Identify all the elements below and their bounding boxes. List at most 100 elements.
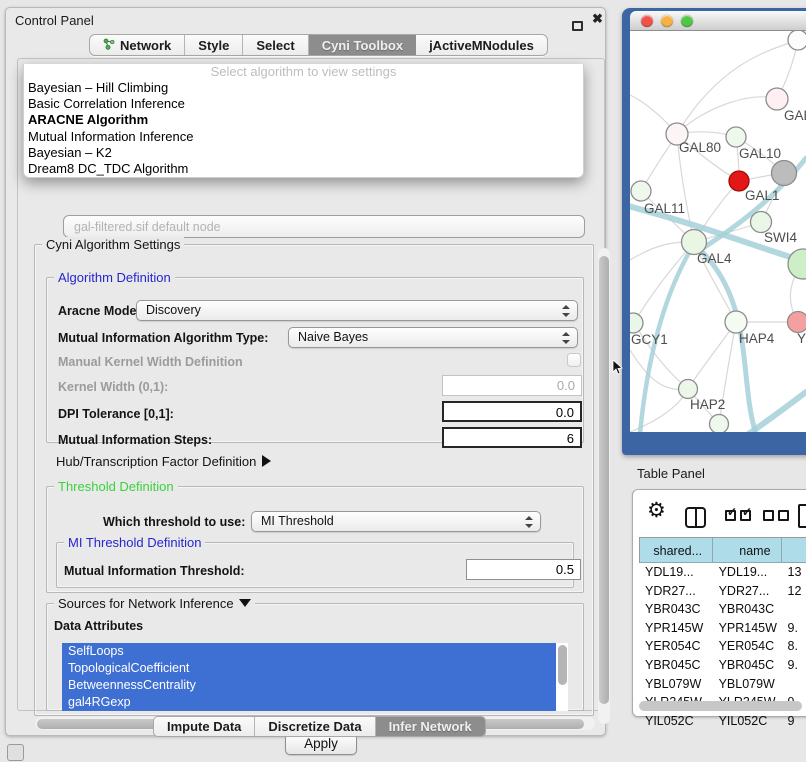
column-header-shared[interactable]: shared...	[640, 538, 713, 563]
network-node-gal[interactable]	[766, 88, 788, 110]
mac-minimize-icon[interactable]	[661, 15, 673, 27]
mi-type-label: Mutual Information Algorithm Type:	[58, 331, 268, 345]
network-window-titlebar[interactable]	[630, 11, 806, 31]
table-cell: YER054C	[713, 637, 782, 656]
algorithm-option[interactable]: ARACNE Algorithm	[24, 112, 583, 128]
network-node-hap4[interactable]	[725, 311, 747, 333]
table-row[interactable]: YDR27...YDR27...12	[639, 582, 806, 601]
algorithm-options-list: Bayesian – Hill ClimbingBasic Correlatio…	[24, 80, 583, 177]
float-window-icon[interactable]	[572, 21, 583, 31]
data-attribute-item[interactable]: gal4RGexp	[62, 694, 556, 711]
tab-style[interactable]: Style	[185, 35, 243, 55]
checked-checkbox-icon[interactable]: ✓	[740, 510, 751, 521]
network-node-hap2[interactable]	[679, 380, 698, 399]
mi-threshold-field[interactable]: 0.5	[466, 559, 581, 580]
table-cell: 9.	[782, 656, 806, 675]
table-row[interactable]: YBR045CYBR045C9.	[639, 656, 806, 675]
table-horizontal-scrollbar[interactable]	[639, 701, 802, 711]
hub-definition-toggle[interactable]: Hub/Transcription Factor Definition	[56, 454, 271, 469]
inference-algorithm-combobox[interactable]: gal-filtered.sif default node	[63, 215, 585, 238]
scrollbar-thumb[interactable]	[599, 256, 609, 704]
inference-algorithm-value: gal-filtered.sif default node	[74, 220, 221, 234]
node-label-gal10: GAL10	[739, 146, 781, 161]
sources-group-title[interactable]: Sources for Network Inference	[54, 596, 255, 611]
table-cell: YBL079W	[639, 675, 713, 694]
column-header[interactable]	[782, 538, 806, 563]
check-mark: ✓	[727, 505, 737, 519]
close-icon[interactable]: ✖	[592, 11, 603, 27]
algorithm-option[interactable]: Basic Correlation Inference	[24, 96, 583, 112]
kernel-width-field[interactable]: 0.0	[442, 375, 582, 396]
document-icon[interactable]	[798, 504, 806, 528]
algorithm-option[interactable]: Mutual Information Inference	[24, 129, 583, 145]
gear-icon[interactable]: ⚙	[647, 498, 666, 523]
mi-steps-field[interactable]: 6	[442, 427, 582, 448]
tab-cyni-toolbox[interactable]: Cyni Toolbox	[309, 35, 416, 55]
network-node-gal11[interactable]	[631, 181, 651, 201]
manual-kernel-label: Manual Kernel Width Definition	[58, 355, 243, 369]
data-attributes-label: Data Attributes	[54, 619, 143, 633]
tab-label: jActiveMNodules	[429, 38, 534, 53]
data-attribute-item[interactable]: TopologicalCoefficient	[62, 660, 556, 677]
network-node-gal10[interactable]	[726, 127, 746, 147]
unchecked-checkbox-icon[interactable]	[763, 510, 774, 521]
tab-discretize-data[interactable]: Discretize Data	[255, 717, 375, 736]
node-label-gal1: GAL1	[745, 188, 780, 203]
network-node-y[interactable]	[788, 312, 806, 333]
settings-group-title: Cyni Algorithm Settings	[42, 237, 184, 252]
tab-infer-network[interactable]: Infer Network	[376, 717, 485, 736]
network-node[interactable]	[788, 31, 806, 50]
which-threshold-combobox[interactable]: MI Threshold	[251, 511, 541, 532]
column-header-name[interactable]: name	[713, 538, 781, 563]
network-node-gcy1[interactable]	[630, 313, 643, 333]
settings-vertical-scrollbar[interactable]	[598, 248, 610, 724]
algorithm-option[interactable]: Dream8 DC_TDC Algorithm	[24, 161, 583, 177]
mi-steps-label: Mutual Information Steps:	[58, 433, 212, 447]
data-attribute-item[interactable]: BetweennessCentrality	[62, 677, 556, 694]
network-canvas[interactable]: GALGAL80GAL10GAL1GAL11GAL4SWI4GCY1HAP4YH…	[630, 31, 806, 432]
network-thick-edges	[630, 158, 806, 432]
table-cell: 12	[782, 582, 806, 601]
tab-label: Select	[256, 38, 294, 53]
tab-impute-data[interactable]: Impute Data	[154, 717, 255, 736]
table-header-row: shared...name	[639, 537, 806, 563]
mi-type-combobox[interactable]: Naive Bayes	[288, 327, 578, 348]
aracne-mode-combobox[interactable]: Discovery	[136, 300, 578, 321]
table-row[interactable]: YPR145WYPR145W9.	[639, 619, 806, 638]
table-row[interactable]: YBL079WYBL079W	[639, 675, 806, 694]
network-node[interactable]	[710, 415, 729, 433]
algorithm-placeholder: Select algorithm to view settings	[24, 64, 583, 80]
node-label-gal11: GAL11	[644, 201, 685, 216]
dpi-tolerance-field[interactable]: 0.0	[442, 401, 582, 422]
table-cell: 8.	[782, 637, 806, 656]
mouse-cursor	[612, 360, 624, 376]
combo-arrows-icon	[525, 515, 533, 529]
mac-zoom-icon[interactable]	[681, 15, 693, 27]
network-node[interactable]	[772, 161, 797, 186]
panel-grip-icon[interactable]	[7, 744, 24, 761]
table-row[interactable]: YBR043CYBR043C	[639, 600, 806, 619]
aracne-mode-value: Discovery	[146, 303, 201, 317]
table-cell: YDR27...	[713, 582, 782, 601]
tab-network[interactable]: Network	[90, 35, 185, 55]
mi-threshold-group-title: MI Threshold Definition	[64, 535, 205, 550]
list-scrollbar[interactable]	[558, 645, 567, 685]
algorithm-option[interactable]: Bayesian – K2	[24, 145, 583, 161]
checked-checkbox-icon[interactable]: ✓	[725, 510, 736, 521]
manual-kernel-checkbox[interactable]	[567, 353, 581, 367]
table-row[interactable]: YIL052CYIL052C9	[639, 712, 806, 731]
combo-arrows-icon	[562, 331, 570, 345]
tab-select[interactable]: Select	[243, 35, 308, 55]
mac-close-icon[interactable]	[641, 15, 653, 27]
columns-icon[interactable]	[685, 507, 706, 528]
tab-jactivemnodules[interactable]: jActiveMNodules	[416, 35, 547, 55]
table-row[interactable]: YDL19...YDL19...13	[639, 563, 806, 582]
data-attribute-item[interactable]: SelfLoops	[62, 643, 556, 660]
data-attributes-list[interactable]: SelfLoopsTopologicalCoefficientBetweenne…	[62, 643, 568, 711]
control-panel-title: Control Panel	[15, 13, 94, 28]
network-node[interactable]	[788, 249, 806, 279]
table-row[interactable]: YER054CYER054C8.	[639, 637, 806, 656]
unchecked-checkbox-icon[interactable]	[778, 510, 789, 521]
table-cell: YIL052C	[713, 712, 782, 731]
algorithm-option[interactable]: Bayesian – Hill Climbing	[24, 80, 583, 96]
